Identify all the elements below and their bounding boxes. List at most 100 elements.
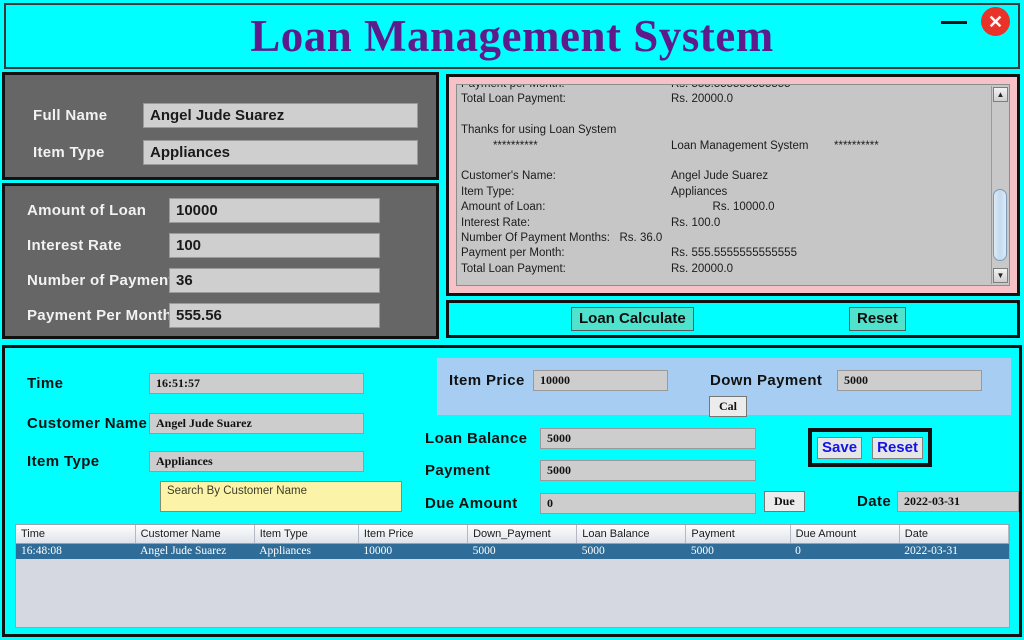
- search-input[interactable]: Search By Customer Name: [160, 481, 402, 512]
- table-cell: 5000: [472, 545, 496, 558]
- table-column-header[interactable]: Customer Name: [135, 525, 255, 544]
- loan-calculate-button[interactable]: Loan Calculate: [571, 307, 694, 331]
- table-column-header[interactable]: Time: [16, 525, 136, 544]
- table-column-header[interactable]: Due Amount: [790, 525, 900, 544]
- customer-details-panel: Full Name Angel Jude Suarez Item Type Ap…: [2, 72, 439, 180]
- summary-line-key: Payment per Month:: [461, 247, 565, 260]
- summary-line-key: Total Loan Payment:: [461, 262, 566, 275]
- summary-line: [461, 154, 989, 169]
- summary-line: Payment per Month: Rs. 555.555555555555: [461, 84, 989, 92]
- summary-line-key: [461, 277, 671, 285]
- table-cell: 5000: [581, 545, 605, 558]
- summary-line-value: Loan Management System **********: [671, 139, 879, 152]
- table-cell: Angel Jude Suarez: [140, 545, 227, 558]
- table-column-header[interactable]: Down_Payment: [467, 525, 578, 544]
- payment-per-month-label: Payment Per Month: [27, 307, 173, 324]
- payment-input[interactable]: 5000: [540, 460, 756, 481]
- summary-scrollbar[interactable]: ▲ ▼: [991, 86, 1008, 284]
- due-amount-input[interactable]: 0: [540, 493, 756, 514]
- loan-summary-panel: Payment per Month: Rs. 555.555555555555 To…: [446, 74, 1020, 296]
- summary-line: [461, 277, 989, 285]
- due-amount-row: Due Amount 0: [425, 493, 756, 514]
- item-type-row: Item Type Appliances: [33, 140, 425, 165]
- minimize-icon[interactable]: [941, 21, 967, 24]
- close-icon[interactable]: ✕: [981, 7, 1010, 36]
- number-of-payments-input[interactable]: 36: [169, 268, 380, 293]
- table-header-row: Time Customer Name Item Type Item Price Down…: [16, 525, 1009, 544]
- full-name-input[interactable]: Angel Jude Suarez: [143, 103, 418, 128]
- bottom-item-type-row: Item Type Appliances: [27, 451, 364, 472]
- date-row: Date 2022-03-31: [857, 491, 1019, 512]
- save-button[interactable]: Save: [817, 436, 863, 459]
- amount-of-loan-input[interactable]: 10000: [169, 198, 380, 223]
- interest-rate-input[interactable]: 100: [169, 233, 380, 258]
- table-cell: 5000: [690, 545, 714, 558]
- down-payment-row: Down Payment 5000: [710, 370, 982, 391]
- loan-summary-textarea[interactable]: Payment per Month: Rs. 555.555555555555 To…: [456, 84, 1010, 286]
- summary-line-key: Customer's Name:: [461, 170, 556, 183]
- full-name-label: Full Name: [33, 107, 108, 124]
- item-price-input[interactable]: 10000: [533, 370, 668, 391]
- summary-line: Total Loan Payment: Rs. 20000.0: [461, 262, 989, 277]
- summary-line-key: Number Of Payment Months: Rs. 36.0: [461, 231, 663, 244]
- scroll-down-icon[interactable]: ▼: [993, 268, 1008, 283]
- loan-balance-label: Loan Balance: [425, 430, 528, 447]
- loan-balance-input[interactable]: 5000: [540, 428, 756, 449]
- table-column-header[interactable]: Loan Balance: [576, 525, 687, 544]
- item-type-label: Item Type: [33, 144, 105, 161]
- bottom-item-type-input[interactable]: Appliances: [149, 451, 364, 472]
- table-cell: 2022-03-31: [904, 545, 958, 558]
- summary-line-key: Item Type:: [461, 185, 515, 198]
- transaction-reset-button[interactable]: Reset: [872, 436, 923, 459]
- table-cell: 10000: [363, 545, 393, 558]
- due-button[interactable]: Due: [764, 491, 805, 512]
- customer-name-row: Customer Name Angel Jude Suarez: [27, 413, 364, 434]
- time-row: Time 16:51:57: [27, 373, 364, 394]
- table-cell: 16:48:08: [21, 545, 62, 558]
- amount-of-loan-label: Amount of Loan: [27, 202, 147, 219]
- table-body: 16:48:08 Angel Jude Suarez Appliances 10000…: [16, 543, 1009, 559]
- table-row[interactable]: 16:48:08 Angel Jude Suarez Appliances 10000…: [16, 543, 1009, 559]
- table-column-header[interactable]: Item Type: [254, 525, 359, 544]
- transactions-table[interactable]: Time Customer Name Item Type Item Price Down…: [15, 524, 1010, 628]
- customer-name-label: Customer Name: [27, 415, 148, 432]
- interest-rate-row: Interest Rate 100: [27, 233, 427, 258]
- payment-per-month-row: Payment Per Month 555.56: [27, 303, 427, 328]
- summary-line-value: Rs. 20000.0: [671, 93, 734, 106]
- payment-label: Payment: [425, 462, 491, 479]
- summary-line: Thanks for using Loan System: [461, 123, 989, 138]
- transaction-panel: Time 16:51:57 Customer Name Angel Jude S…: [2, 345, 1022, 637]
- scrollbar-thumb[interactable]: [993, 189, 1007, 261]
- table-column-header[interactable]: Item Price: [358, 525, 469, 544]
- due-amount-label: Due Amount: [425, 495, 518, 512]
- summary-line: Item Type: Appliances: [461, 185, 989, 200]
- item-type-input[interactable]: Appliances: [143, 140, 418, 165]
- customer-name-input[interactable]: Angel Jude Suarez: [149, 413, 364, 434]
- summary-line-key: Total Loan Payment:: [461, 93, 566, 106]
- cal-button[interactable]: Cal: [709, 396, 747, 417]
- summary-line: [461, 108, 989, 123]
- summary-line: Number Of Payment Months: Rs. 36.0: [461, 231, 989, 246]
- bottom-item-type-label: Item Type: [27, 453, 100, 470]
- table-column-header[interactable]: Payment: [685, 525, 791, 544]
- payment-per-month-input[interactable]: 555.56: [169, 303, 380, 328]
- time-input[interactable]: 16:51:57: [149, 373, 364, 394]
- save-reset-panel: Save Reset: [808, 428, 932, 467]
- table-column-header[interactable]: Date: [899, 525, 1009, 544]
- amount-of-loan-row: Amount of Loan 10000: [27, 198, 427, 223]
- loan-details-panel: Amount of Loan 10000 Interest Rate 100 N…: [2, 183, 439, 339]
- summary-line-value: Rs. 555.5555555555555: [671, 247, 797, 260]
- summary-line-value: Appliances: [671, 185, 728, 198]
- date-input[interactable]: 2022-03-31: [897, 491, 1019, 512]
- page-title: Loan Management System: [250, 10, 774, 61]
- summary-line: Interest Rate: Rs. 100.0: [461, 216, 989, 231]
- loan-balance-row: Loan Balance 5000: [425, 428, 756, 449]
- summary-line: ********** Loan Management System *******…: [461, 139, 989, 154]
- scrollbar-track[interactable]: [992, 103, 1008, 267]
- summary-line-value: Rs. 555.555555555555: [671, 84, 791, 90]
- loan-reset-button[interactable]: Reset: [849, 307, 906, 331]
- interest-rate-label: Interest Rate: [27, 237, 122, 254]
- loan-management-window: Loan Management System ✕ Full Name Angel…: [0, 0, 1024, 640]
- down-payment-input[interactable]: 5000: [837, 370, 982, 391]
- scroll-up-icon[interactable]: ▲: [993, 87, 1008, 102]
